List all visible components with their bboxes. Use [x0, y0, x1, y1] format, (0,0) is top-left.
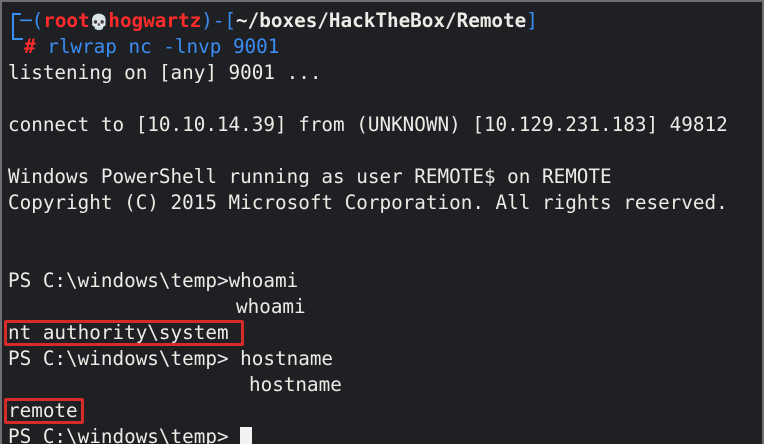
ps-command: hostname — [228, 347, 334, 370]
highlight-box-whoami — [4, 320, 244, 346]
output-connect: connect to [10.10.14.39] from (UNKNOWN) … — [8, 113, 728, 136]
prompt-header: ─(root💀hogwartz)-[~/boxes/HackTheBox/Rem… — [20, 9, 538, 32]
output-banner-line2: Copyright (C) 2015 Microsoft Corporation… — [8, 191, 728, 214]
ps-command: whoami — [228, 269, 299, 292]
output-listening: listening on [any] 9001 ... — [8, 61, 322, 84]
terminal-window[interactable]: ─(root💀hogwartz)-[~/boxes/HackTheBox/Rem… — [0, 0, 764, 444]
prompt-command-line: # rlwrap nc -lnvp 9001 — [24, 34, 279, 60]
output-banner-line1: Windows PowerShell running as user REMOT… — [8, 165, 612, 188]
skull-icon: 💀 — [89, 13, 109, 31]
ps-prompt: PS C:\windows\temp> — [8, 425, 229, 444]
prompt-path: ~/boxes/HackTheBox/Remote — [236, 9, 527, 32]
ps-prompt: PS C:\windows\temp> — [8, 269, 229, 292]
ps-prompt: PS C:\windows\temp> — [8, 347, 229, 370]
prompt-corner-bottom — [12, 26, 23, 40]
command-echo2: hostname — [249, 373, 342, 396]
ps-prompt-line1: PS C:\windows\temp>whoami — [8, 268, 298, 294]
ps-prompt-line3: PS C:\windows\temp> — [8, 424, 253, 444]
ps-prompt-line2: PS C:\windows\temp> hostname — [8, 346, 333, 372]
prompt-host: hogwartz — [108, 9, 202, 32]
prompt-user: root — [43, 9, 90, 32]
command-text: rlwrap nc -lnvp 9001 — [47, 35, 280, 58]
prompt-symbol: # — [24, 35, 36, 58]
command-echo1: whoami — [236, 295, 306, 318]
terminal-cursor[interactable] — [240, 427, 253, 444]
highlight-box-hostname — [4, 398, 84, 424]
